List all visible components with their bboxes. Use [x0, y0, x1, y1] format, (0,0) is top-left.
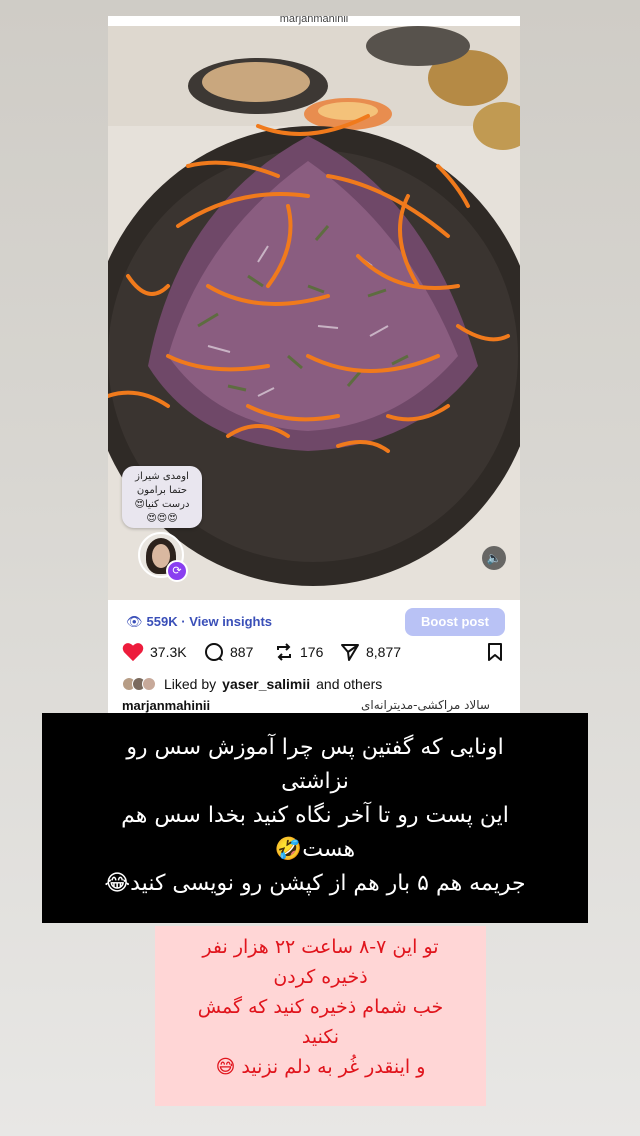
like-count: 37.3K	[150, 644, 187, 660]
post-username-header[interactable]: marjanmahinii	[108, 16, 520, 26]
pink-line: خب شمام ذخیره کنید که گمش	[197, 996, 444, 1018]
comment-icon	[205, 643, 223, 661]
comment-button[interactable]: 887	[204, 642, 253, 662]
post-card: marjanmahinii اومدی شیراز حتما برامون در…	[108, 16, 520, 716]
action-bar: 37.3K 887 176 8,877	[122, 638, 512, 666]
overlay-line: هست🤣	[274, 837, 356, 862]
liked-by-user[interactable]: yaser_salimii	[222, 676, 310, 692]
view-insights-link[interactable]: 👁 559K · View insights	[126, 614, 272, 630]
like-button[interactable]: 37.3K	[122, 642, 187, 662]
caption-username[interactable]: marjanmahinii	[122, 698, 210, 713]
insights-separator: ·	[181, 614, 186, 629]
share-count: 8,877	[366, 644, 402, 660]
heart-icon	[122, 643, 144, 662]
story-text-overlay: اونایی که گفتین پس چرا آموزش سس رو نزاشت…	[42, 713, 588, 923]
sticker-line: 😍😍😍	[146, 513, 178, 524]
liked-by-suffix: and others	[316, 676, 383, 692]
caption-text: سالاد مراکشی-مدیترانه‌ای	[361, 698, 490, 712]
speaker-mute-icon[interactable]: 🔈	[482, 546, 506, 570]
repost-count: 176	[300, 644, 324, 660]
overlay-line: این پست رو تا آخر نگاه کنید بخدا سس هم	[121, 803, 509, 828]
repost-icon	[277, 643, 291, 661]
reply-avatar[interactable]: ⟳	[138, 532, 188, 582]
liked-by-row[interactable]: Liked by yaser_salimii and others	[122, 676, 382, 692]
liker-avatars	[122, 677, 156, 691]
pink-line: و اینقدر غُر به دلم نزنید 😅	[215, 1056, 426, 1078]
eye-icon: 👁	[126, 614, 143, 629]
story-pink-text-overlay: تو این ۷-۸ ساعت ۲۲ هزار نفر ذخیره کردن خ…	[155, 926, 486, 1106]
overlay-line: اونایی که گفتین پس چرا آموزش سس رو	[126, 735, 504, 760]
pink-line: نکنید	[301, 1026, 340, 1048]
boost-post-button[interactable]: Boost post	[405, 608, 505, 636]
post-caption: marjanmahinii سالاد مراکشی-مدیترانه‌ای	[122, 698, 506, 713]
share-button[interactable]: 8,877	[340, 642, 401, 662]
pink-line: تو این ۷-۸ ساعت ۲۲ هزار نفر	[202, 936, 439, 958]
sticker-line: درست کنیا😍	[134, 499, 190, 510]
save-button[interactable]	[486, 642, 504, 662]
overlay-line: نزاشتی	[281, 769, 349, 794]
comment-count: 887	[230, 644, 254, 660]
send-icon	[341, 644, 359, 661]
repost-badge-icon: ⟳	[166, 560, 188, 582]
sticker-line: اومدی شیراز	[135, 471, 189, 482]
view-insights-label: View insights	[189, 614, 273, 629]
question-sticker[interactable]: اومدی شیراز حتما برامون درست کنیا😍 😍😍😍	[122, 466, 202, 528]
overlay-line: جریمه هم ۵ بار هم از کپشن رو نویسی کنید😂	[104, 871, 526, 896]
repost-button[interactable]: 176	[274, 642, 323, 662]
pink-line: ذخیره کردن	[273, 966, 368, 988]
bookmark-icon	[488, 643, 502, 661]
liked-by-prefix: Liked by	[164, 676, 217, 692]
sticker-line: حتما برامون	[136, 485, 188, 496]
view-count: 559K	[146, 614, 178, 629]
